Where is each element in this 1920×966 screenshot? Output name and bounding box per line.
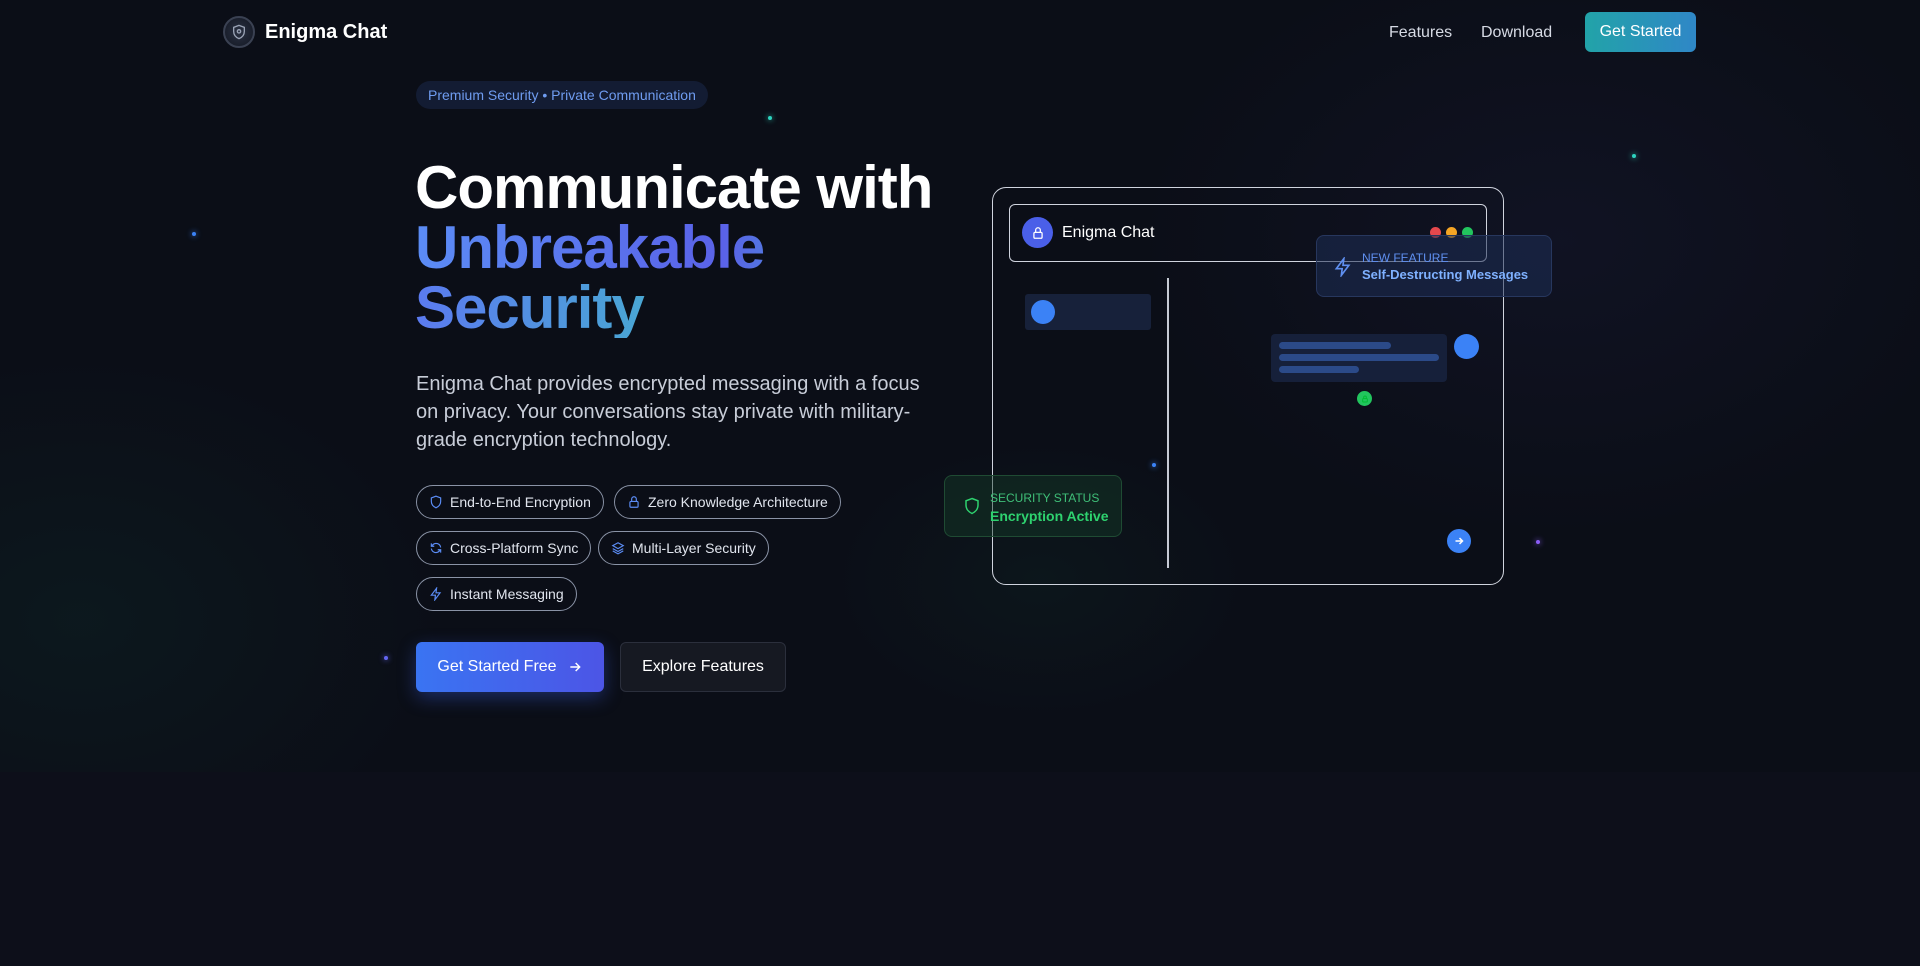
hero-badge: Premium Security • Private Communication bbox=[416, 81, 708, 109]
brand-name: Enigma Chat bbox=[265, 20, 388, 43]
layers-icon bbox=[611, 542, 625, 555]
message-line bbox=[1279, 366, 1359, 373]
feature-chip-encryption: End-to-End Encryption bbox=[416, 485, 604, 519]
status-card-title: Encryption Active bbox=[990, 508, 1109, 524]
status-card-label: SECURITY STATUS bbox=[990, 491, 1100, 505]
feature-chip-instant: Instant Messaging bbox=[416, 577, 577, 611]
explore-features-button[interactable]: Explore Features bbox=[620, 642, 786, 692]
chip-label: Instant Messaging bbox=[450, 586, 564, 602]
chip-label: End-to-End Encryption bbox=[450, 494, 591, 510]
mockup-divider bbox=[1167, 278, 1169, 568]
mockup-send-button[interactable] bbox=[1447, 529, 1471, 553]
nav-link-features[interactable]: Features bbox=[1389, 24, 1452, 42]
bolt-icon bbox=[1334, 257, 1351, 277]
particle bbox=[1536, 540, 1540, 544]
brand-logo[interactable]: Enigma Chat bbox=[223, 16, 387, 48]
particle bbox=[1632, 154, 1636, 158]
headline-line-2: Unbreakable bbox=[415, 218, 975, 278]
nav-get-started-button[interactable]: Get Started bbox=[1585, 12, 1696, 52]
security-status-card: SECURITY STATUS Encryption Active bbox=[944, 475, 1122, 537]
shield-icon bbox=[430, 495, 442, 509]
top-nav: Enigma Chat Features Download Get Starte… bbox=[0, 0, 1920, 66]
chip-label: Cross-Platform Sync bbox=[450, 540, 579, 556]
get-started-free-button[interactable]: Get Started Free bbox=[416, 642, 604, 692]
mockup-lock-avatar bbox=[1022, 217, 1053, 248]
headline-line-3: Security bbox=[415, 278, 975, 338]
arrow-right-icon bbox=[1455, 537, 1464, 545]
headline-line-1: Communicate with bbox=[415, 154, 933, 221]
button-label: Get Started Free bbox=[437, 658, 557, 675]
feature-chip-multilayer: Multi-Layer Security bbox=[598, 531, 769, 565]
sync-icon bbox=[430, 542, 442, 554]
shield-icon bbox=[965, 497, 979, 515]
hero-headline: Communicate with Unbreakable Security bbox=[415, 158, 975, 338]
message-line bbox=[1279, 354, 1439, 361]
lock-icon bbox=[1361, 395, 1368, 402]
shield-logo-icon bbox=[223, 16, 255, 48]
message-line bbox=[1279, 342, 1391, 349]
encrypted-indicator bbox=[1357, 391, 1372, 406]
mockup-conversation-avatar bbox=[1031, 300, 1055, 324]
feature-card-title: Self-Destructing Messages bbox=[1362, 267, 1529, 282]
feature-chip-sync: Cross-Platform Sync bbox=[416, 531, 592, 565]
feature-chip-zero-knowledge: Zero Knowledge Architecture bbox=[614, 485, 841, 519]
mockup-title: Enigma Chat bbox=[1062, 224, 1155, 241]
hero-description: Enigma Chat provides encrypted messaging… bbox=[416, 373, 920, 451]
particle bbox=[768, 116, 772, 120]
arrow-right-icon bbox=[569, 662, 581, 672]
nav-link-download[interactable]: Download bbox=[1481, 24, 1552, 42]
lock-icon bbox=[629, 496, 639, 508]
lock-icon bbox=[1032, 226, 1043, 239]
particle bbox=[192, 232, 196, 236]
mockup-message-avatar bbox=[1454, 334, 1479, 359]
particle bbox=[384, 656, 388, 660]
chip-label: Zero Knowledge Architecture bbox=[648, 494, 828, 510]
chip-label: Multi-Layer Security bbox=[632, 540, 756, 556]
bolt-icon bbox=[430, 587, 442, 601]
feature-card-label: NEW FEATURE bbox=[1362, 251, 1449, 265]
bottom-section bbox=[0, 772, 1920, 966]
new-feature-card: NEW FEATURE Self-Destructing Messages bbox=[1316, 235, 1552, 297]
